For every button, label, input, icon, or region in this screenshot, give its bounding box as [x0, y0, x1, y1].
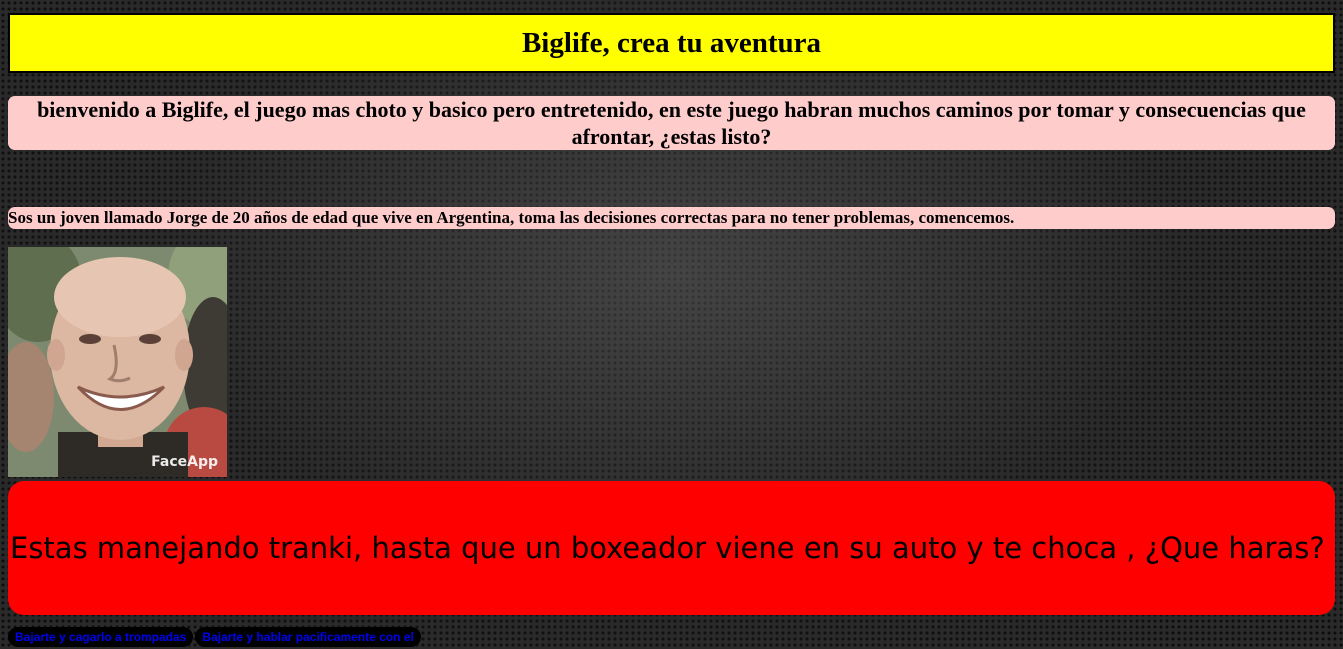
welcome-message: bienvenido a Biglife, el juego mas choto… — [8, 96, 1335, 150]
option-fight-button[interactable]: Bajarte y cagarlo a trompadas — [8, 627, 194, 647]
character-photo: FaceApp — [8, 247, 227, 477]
faceapp-watermark: FaceApp — [151, 454, 218, 470]
scene-description: Estas manejando tranki, hasta que un box… — [8, 481, 1335, 615]
scene-text: Estas manejando tranki, hasta que un box… — [10, 530, 1325, 565]
option-talk-button[interactable]: Bajarte y hablar pacificamente con el — [195, 627, 421, 647]
intro-message: Sos un joven llamado Jorge de 20 años de… — [8, 207, 1335, 229]
page-title-text: Biglife, crea tu aventura — [521, 26, 822, 59]
page-title: Biglife, crea tu aventura — [8, 13, 1335, 73]
welcome-text: bienvenido a Biglife, el juego mas choto… — [37, 97, 1306, 149]
intro-text: Sos un joven llamado Jorge de 20 años de… — [8, 208, 1015, 227]
choice-options: Bajarte y cagarlo a trompadas Bajarte y … — [8, 627, 421, 647]
character-portrait-image — [8, 247, 227, 477]
